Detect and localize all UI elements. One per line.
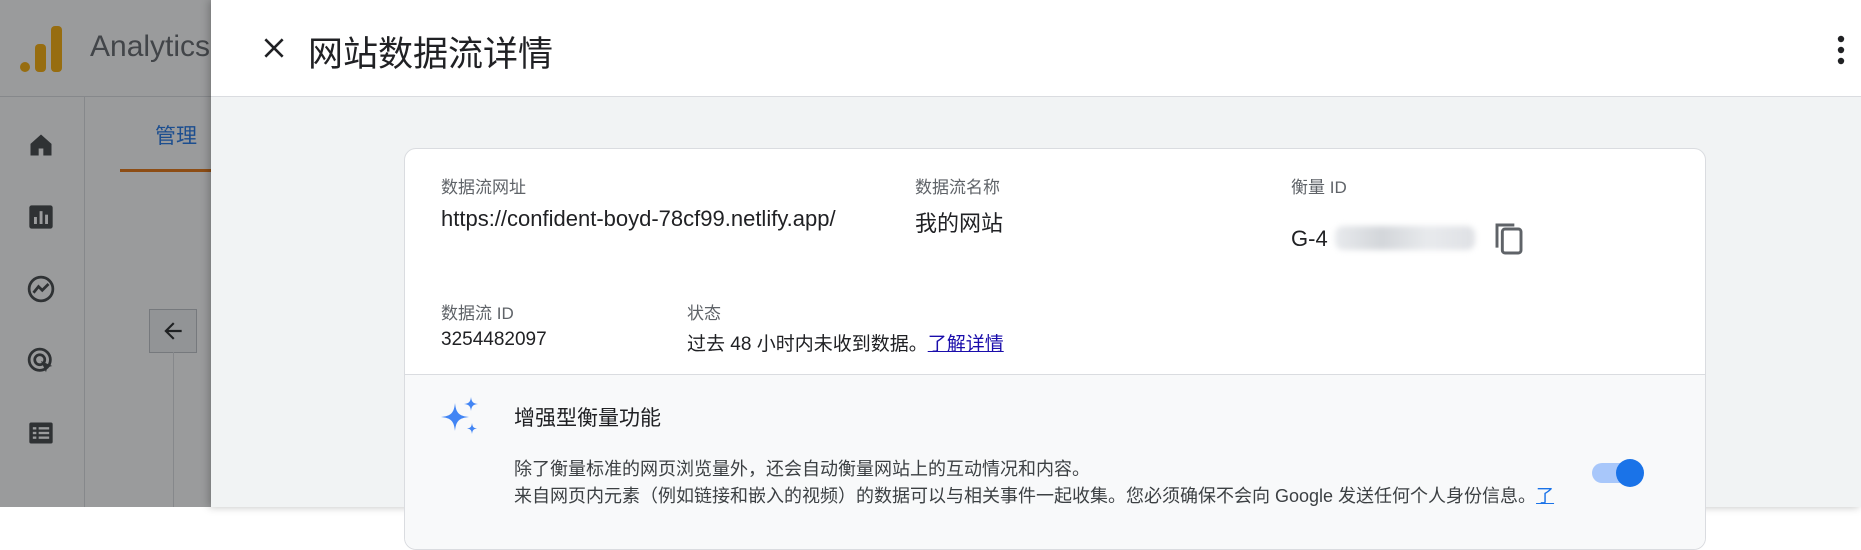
sparkle-icon [441, 397, 478, 434]
status-label: 状态 [687, 304, 721, 323]
measurement-id-value[interactable]: G-4 [1291, 226, 1328, 252]
stream-url-value: https://confident-boyd-78cf99.netlify.ap… [441, 206, 836, 231]
copy-button[interactable] [1492, 220, 1526, 258]
stream-url-label: 数据流网址 [441, 178, 526, 197]
drawer-header: 网站数据流详情 [211, 0, 1861, 97]
measurement-id-label: 衡量 ID [1291, 178, 1347, 197]
enhanced-measurement-desc-2-row: 来自网页内元素（例如链接和嵌入的视频）的数据可以与相关事件一起收集。您必须确保不… [514, 482, 1554, 508]
status-value: 过去 48 小时内未收到数据。 [687, 334, 928, 355]
stream-id-value: 3254482097 [441, 329, 547, 350]
close-icon [264, 38, 284, 58]
enhanced-learn-more-link[interactable]: 了 [1536, 486, 1554, 506]
stream-id-label: 数据流 ID [441, 304, 514, 323]
toggle-knob [1616, 459, 1644, 487]
enhanced-measurement-desc-1: 除了衡量标准的网页浏览量外，还会自动衡量网站上的互动情况和内容。 [514, 459, 1090, 479]
copy-icon [1495, 223, 1523, 255]
enhanced-measurement-desc-2: 来自网页内元素（例如链接和嵌入的视频）的数据可以与相关事件一起收集。您必须确保不… [514, 486, 1537, 506]
stream-details-card: 数据流网址 https://confident-boyd-78cf99.netl… [404, 148, 1706, 550]
measurement-id-redacted [1335, 226, 1475, 250]
enhanced-measurement-toggle[interactable] [1590, 457, 1646, 487]
close-button[interactable] [256, 30, 292, 66]
enhanced-measurement-section: 增强型衡量功能 除了衡量标准的网页浏览量外，还会自动衡量网站上的互动情况和内容。… [405, 375, 1705, 549]
stream-name-value: 我的网站 [915, 211, 1004, 236]
stream-name-label: 数据流名称 [915, 178, 1000, 197]
learn-more-link[interactable]: 了解详情 [928, 334, 1004, 355]
enhanced-measurement-title: 增强型衡量功能 [514, 407, 661, 430]
stream-details-drawer: 网站数据流详情 数据流网址 https://confident-boyd-78c… [211, 0, 1861, 550]
status-value-row: 过去 48 小时内未收到数据。了解详情 [687, 329, 1004, 356]
drawer-title: 网站数据流详情 [308, 35, 554, 74]
more-vert-icon [1837, 35, 1845, 65]
more-options-button[interactable] [1829, 30, 1853, 70]
